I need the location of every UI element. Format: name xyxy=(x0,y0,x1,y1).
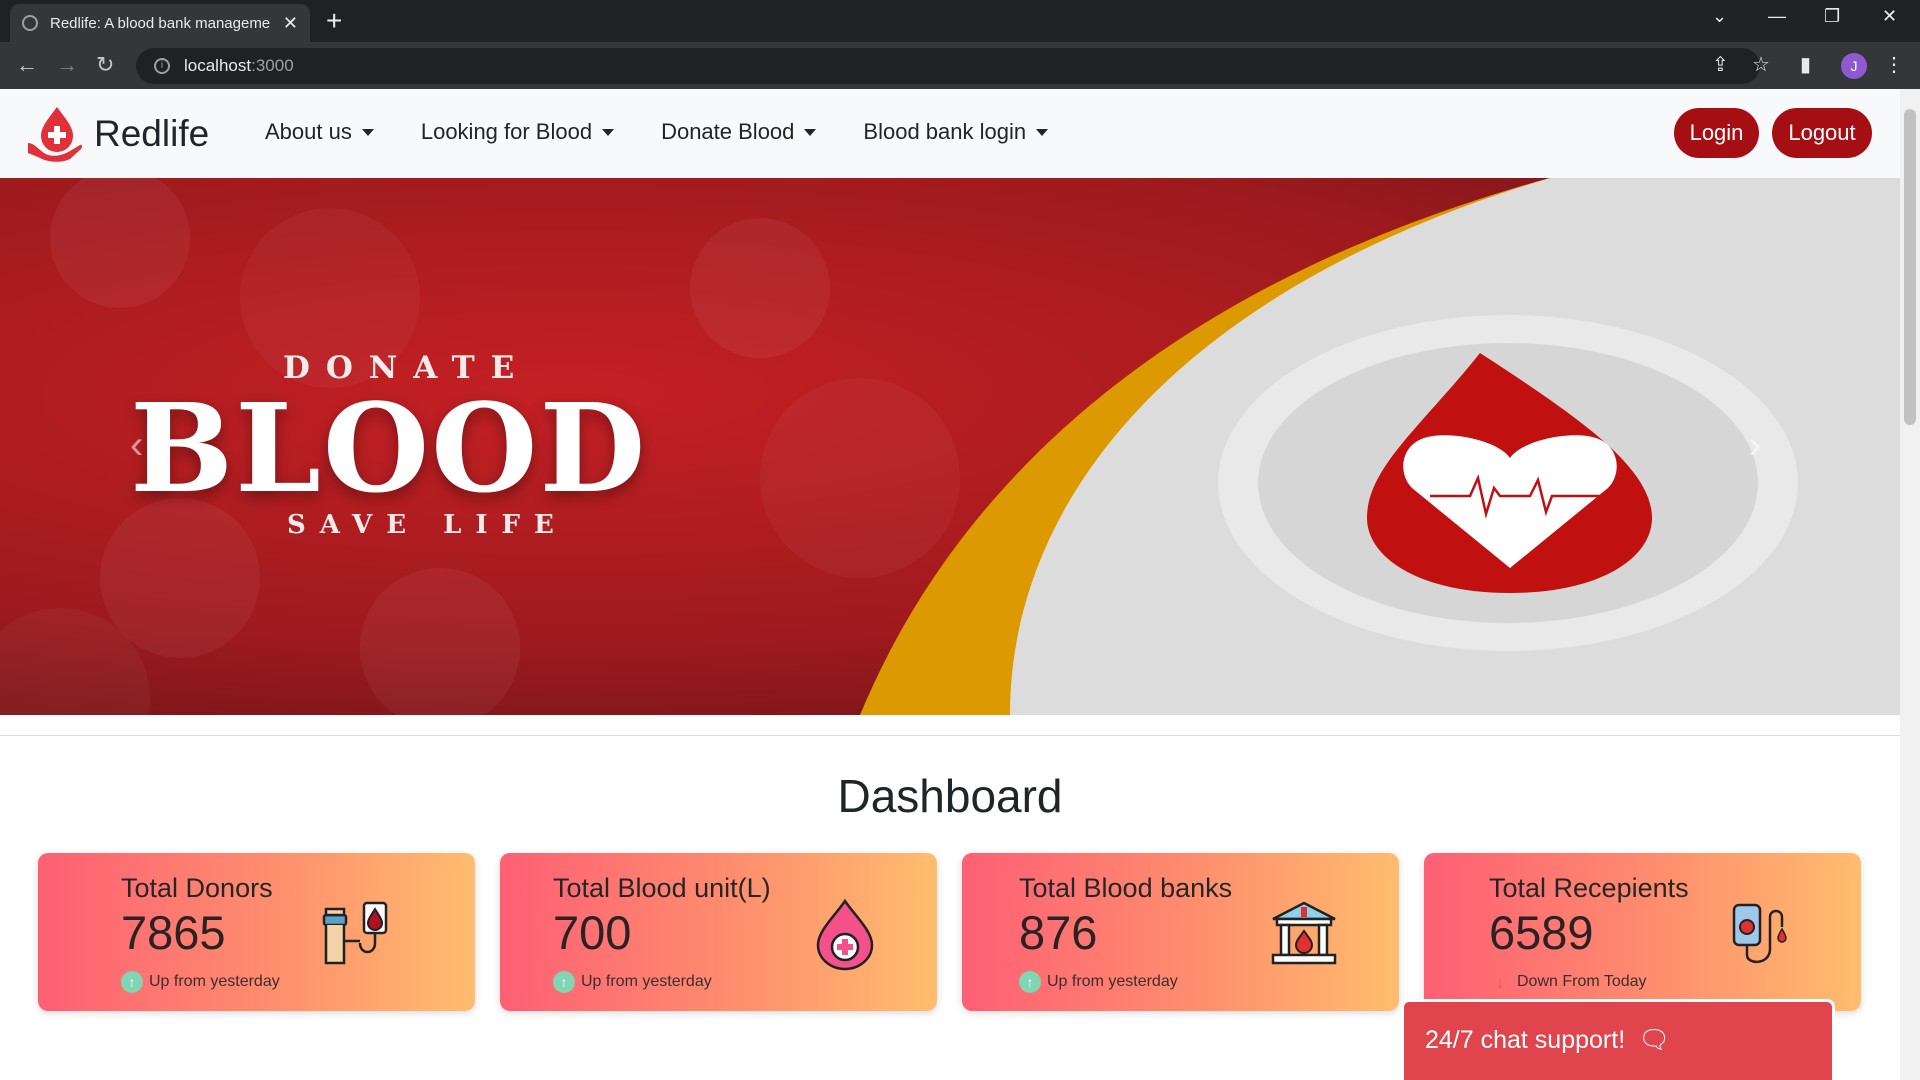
arrow-up-icon: ↑ xyxy=(121,971,143,993)
card-trend: ↑ Up from yesterday xyxy=(553,971,712,993)
web-page: Redlife About us Looking for Blood Donat… xyxy=(0,89,1900,1080)
new-tab-button[interactable]: + xyxy=(326,6,342,36)
card-trend-text: Down From Today xyxy=(1517,973,1647,990)
card-title: Total Donors xyxy=(121,873,273,903)
blood-bank-building-icon xyxy=(1271,901,1337,965)
browser-tabbar: Redlife: A blood bank manageme ✕ + ⌄ — ❐… xyxy=(0,0,1920,42)
card-title: Total Blood banks xyxy=(1019,873,1233,903)
card-trend-text: Up from yesterday xyxy=(1047,973,1178,990)
forward-icon[interactable]: → xyxy=(56,50,78,80)
arrow-up-icon: ↑ xyxy=(1019,971,1041,993)
minimize-button[interactable]: — xyxy=(1768,6,1786,27)
card-title: Total Recepients xyxy=(1489,873,1689,903)
carousel-next-icon[interactable]: › xyxy=(1748,423,1761,468)
brand-name: Redlife xyxy=(94,113,210,154)
globe-icon xyxy=(22,15,38,31)
brand[interactable]: Redlife xyxy=(26,105,209,163)
chat-bubbles-icon: 🗨 xyxy=(1638,1026,1670,1054)
nav-donate-blood-label: Donate Blood xyxy=(661,119,795,144)
site-navbar: Redlife About us Looking for Blood Donat… xyxy=(0,89,1900,178)
blood-donation-icon xyxy=(322,901,388,965)
scrollbar-thumb[interactable] xyxy=(1904,109,1916,425)
address-bar[interactable]: i localhost:3000 xyxy=(136,48,1760,84)
url-host: localhost xyxy=(184,56,252,75)
nav-looking-for-blood[interactable]: Looking for Blood xyxy=(420,119,615,145)
restore-button[interactable]: ❐ xyxy=(1824,6,1840,27)
close-tab-icon[interactable]: ✕ xyxy=(283,13,298,34)
caret-down-icon xyxy=(361,128,374,136)
chat-support-label: 24/7 chat support! xyxy=(1425,1026,1626,1054)
tab-search-icon[interactable]: ⌄ xyxy=(1712,6,1727,27)
caret-down-icon xyxy=(1036,128,1049,136)
login-button[interactable]: Login xyxy=(1674,108,1759,158)
page-scrollbar[interactable] xyxy=(1900,89,1920,1080)
browser-tab[interactable]: Redlife: A blood bank manageme ✕ xyxy=(10,4,310,42)
stat-card-recipients: Total Recepients 6589 ↓ Down From Today xyxy=(1424,853,1861,1011)
section-divider xyxy=(0,735,1900,736)
side-panel-icon[interactable]: ▮ xyxy=(1800,52,1811,77)
nav-about-us-label: About us xyxy=(265,119,352,144)
site-info-icon[interactable]: i xyxy=(154,58,170,74)
stat-card-blood-banks: Total Blood banks 876 ↑ Up from yesterda… xyxy=(962,853,1399,1011)
url-port: :3000 xyxy=(251,56,294,75)
card-trend: ↑ Up from yesterday xyxy=(1019,971,1178,993)
stat-card-donors: Total Donors 7865 ↑ Up from yesterday xyxy=(38,853,475,1011)
nav-looking-for-blood-label: Looking for Blood xyxy=(420,119,593,144)
blood-drop-plus-icon xyxy=(816,898,874,971)
profile-avatar[interactable]: J xyxy=(1841,53,1867,79)
menu-kebab-icon[interactable]: ⋮ xyxy=(1884,52,1904,77)
bookmark-star-icon[interactable]: ☆ xyxy=(1752,52,1770,77)
stat-card-blood-units: Total Blood unit(L) 700 ↑ Up from yester… xyxy=(500,853,937,1011)
caret-down-icon xyxy=(602,128,615,136)
logout-button[interactable]: Logout xyxy=(1772,108,1872,158)
nav-links: About us Looking for Blood Donate Blood … xyxy=(265,119,1095,145)
card-trend-text: Up from yesterday xyxy=(581,973,712,990)
nav-donate-blood[interactable]: Donate Blood xyxy=(661,119,817,145)
dashboard-title: Dashboard xyxy=(837,770,1063,822)
close-window-button[interactable]: ✕ xyxy=(1882,6,1897,27)
browser-toolbar: ← → ↻ i localhost:3000 ⇪ ☆ ▮ ⋮ xyxy=(0,42,1920,89)
card-trend: ↓ Down From Today xyxy=(1489,971,1647,993)
card-trend-text: Up from yesterday xyxy=(149,973,280,990)
caret-down-icon xyxy=(804,128,817,136)
card-title: Total Blood unit(L) xyxy=(553,873,771,903)
back-icon[interactable]: ← xyxy=(16,50,38,80)
iv-blood-bag-icon xyxy=(1732,903,1787,963)
hero-line-blood: BLOOD xyxy=(130,376,648,520)
card-value: 7865 xyxy=(121,906,226,959)
share-icon[interactable]: ⇪ xyxy=(1712,52,1729,77)
tab-title: Redlife: A blood bank manageme xyxy=(50,14,271,32)
card-value: 6589 xyxy=(1489,906,1594,959)
card-value: 876 xyxy=(1019,906,1098,959)
reload-icon[interactable]: ↻ xyxy=(96,50,114,80)
arrow-down-icon: ↓ xyxy=(1495,972,1505,992)
hero-line-save-life: SAVE LIFE xyxy=(287,510,568,540)
chat-support-button[interactable]: 24/7 chat support! 🗨 xyxy=(1401,999,1835,1080)
hero-carousel: DONATE BLOOD SAVE LIFE ‹ › xyxy=(0,178,1900,715)
carousel-prev-icon[interactable]: ‹ xyxy=(130,423,143,468)
nav-blood-bank-login-label: Blood bank login xyxy=(863,119,1027,144)
card-value: 700 xyxy=(553,906,632,959)
nav-blood-bank-login[interactable]: Blood bank login xyxy=(863,119,1049,145)
nav-about-us[interactable]: About us xyxy=(265,119,374,145)
redlife-logo-icon xyxy=(28,107,83,162)
card-trend: ↑ Up from yesterday xyxy=(121,971,280,993)
arrow-up-icon: ↑ xyxy=(553,971,575,993)
